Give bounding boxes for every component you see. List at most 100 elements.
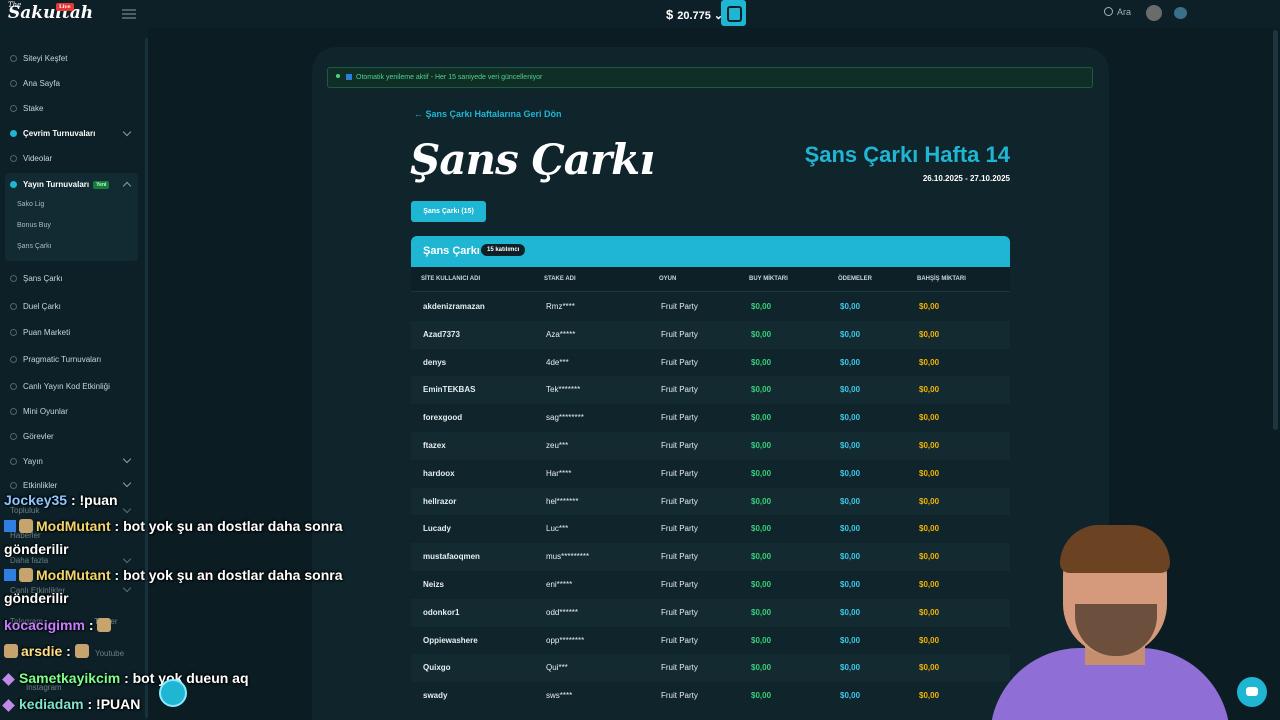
cell-buy: $0,00	[751, 607, 772, 617]
cell-buy: $0,00	[751, 635, 772, 645]
sidebar-item-label: Şans Çarkı	[23, 274, 63, 283]
cell-site-user: Oppiewashere	[423, 635, 478, 645]
cell-game: Fruit Party	[661, 302, 698, 311]
cell-site-user: hardoox	[423, 468, 455, 478]
sidebar-item-duel[interactable]: Duel Çarkı	[10, 302, 61, 311]
emote-icon	[74, 644, 89, 658]
sidebar-item-videos[interactable]: Videolar	[10, 154, 52, 163]
sidebar-subitem-bonus-buy[interactable]: Bonus Buy	[17, 222, 51, 229]
cell-payments: $0,00	[840, 357, 861, 367]
trophy-icon	[10, 130, 17, 137]
sidebar-item-sans-carki[interactable]: Şans Çarkı	[10, 274, 63, 283]
cell-stake-name: Qui***	[546, 663, 568, 673]
chat-username: kediadam	[19, 696, 84, 712]
sidebar-item-pragmatic[interactable]: Pragmatic Turnuvaları	[10, 355, 101, 364]
chat-message: Jockey35 : !puan	[4, 492, 118, 508]
sidebar-subitem-sans-carki[interactable]: Şans Çarkı	[17, 243, 52, 250]
chevron-down-icon[interactable]	[122, 478, 132, 488]
cell-tip: $0,00	[919, 413, 940, 423]
sidebar-item-mini[interactable]: Mini Oyunlar	[10, 407, 68, 416]
sidebar-item-etkinlikler[interactable]: Etkinlikler	[10, 481, 57, 490]
sidebar-item-gorevler[interactable]: Görevler	[10, 432, 54, 441]
back-link[interactable]: ← Şans Çarkı Haftalarına Geri Dön	[414, 109, 562, 119]
cell-stake-name: mus*********	[546, 552, 590, 562]
cell-game: Fruit Party	[661, 663, 698, 673]
pragmatic-icon	[10, 356, 17, 363]
user-avatar[interactable]	[1146, 5, 1162, 21]
sidebar-item-home[interactable]: Ana Sayfa	[10, 79, 60, 88]
sidebar-item-daha-fazla[interactable]: Daha fazla	[10, 556, 48, 565]
refresh-icon	[346, 74, 352, 80]
sidebar-item-cevrim[interactable]: Çevrim Turnuvaları	[10, 129, 95, 138]
cell-game: Fruit Party	[661, 496, 698, 506]
cell-buy: $0,00	[751, 579, 772, 589]
cell-stake-name: zeu***	[546, 440, 569, 450]
notice-text: Otomatik yenileme aktif - Her 15 saniyed…	[356, 74, 543, 81]
wallet-icon[interactable]	[721, 0, 746, 26]
floating-wheel-icon[interactable]	[159, 679, 187, 707]
cell-site-user: swady	[423, 691, 448, 701]
sidebar-scrollbar[interactable]	[145, 38, 148, 718]
cell-payments: $0,00	[840, 329, 861, 339]
support-chat-icon[interactable]	[1237, 677, 1267, 707]
table-row: Lucady Luc*** Fruit Party $0,00 $0,00 $0,00	[411, 515, 1010, 543]
chat-username: Jockey35	[4, 492, 68, 508]
table-row: hardoox Har**** Fruit Party $0,00 $0,00 $0,00	[411, 460, 1010, 488]
col-header-payments: ÖDEMELER	[838, 276, 873, 282]
site-logo[interactable]: The Sakultah Live	[8, 1, 93, 23]
social-youtube[interactable]: Youtube	[95, 649, 124, 658]
sidebar-item-market[interactable]: Puan Marketi	[10, 328, 70, 337]
col-header-stake-name: STAKE ADI	[544, 276, 576, 282]
chat-text: : bot yok dueun aq	[120, 670, 249, 686]
tab-sans-carki[interactable]: Şans Çarkı (15)	[411, 201, 486, 222]
table-row: denys 4de*** Fruit Party $0,00 $0,00 $0,00	[411, 349, 1010, 377]
cell-site-user: odonkor1	[423, 607, 460, 617]
cell-payments: $0,00	[840, 524, 861, 534]
menu-toggle-icon[interactable]	[122, 9, 136, 19]
cell-tip: $0,00	[919, 468, 940, 478]
table-title: Şans Çarkı	[423, 245, 480, 257]
cell-game: Fruit Party	[661, 440, 698, 450]
cell-game: Fruit Party	[661, 607, 698, 617]
cell-tip: $0,00	[919, 579, 940, 589]
cell-game: Fruit Party	[661, 468, 698, 478]
cell-tip: $0,00	[919, 607, 940, 617]
chat-username: ModMutant	[36, 518, 111, 534]
cell-game: Fruit Party	[661, 385, 698, 395]
sidebar-item-label: Siteyi Keşfet	[23, 54, 68, 63]
chevron-down-icon[interactable]	[122, 454, 132, 464]
sidebar-item-yayin-turnuva[interactable]: Yayın Turnuvaları Yeni	[10, 180, 110, 189]
cell-tip: $0,00	[919, 691, 940, 701]
sidebar-item-label: Çevrim Turnuvaları	[23, 129, 96, 138]
cell-tip: $0,00	[919, 635, 940, 645]
sidebar-item-yayin[interactable]: Yayın	[10, 457, 43, 466]
chevron-down-icon[interactable]	[122, 554, 132, 564]
balance-selector[interactable]: $20.775 ⌄	[666, 7, 723, 22]
sidebar-item-stake[interactable]: Stake	[10, 104, 43, 113]
sidebar-subitem-sako-lig[interactable]: Sako Lig	[17, 201, 44, 208]
cell-tip: $0,00	[919, 302, 940, 311]
search-button[interactable]: Ara	[1104, 7, 1131, 17]
page-scrollbar[interactable]	[1273, 30, 1278, 430]
cell-stake-name: 4de***	[546, 357, 569, 367]
col-header-buy: BUY MİKTARI	[749, 276, 788, 282]
cell-game: Fruit Party	[661, 357, 698, 367]
chevron-down-icon[interactable]	[122, 127, 132, 137]
sidebar-item-kesfet[interactable]: Siteyi Keşfet	[10, 54, 67, 63]
cell-site-user: mustafaoqmen	[423, 552, 480, 562]
chevron-down-icon[interactable]	[122, 583, 132, 593]
cell-payments: $0,00	[840, 440, 861, 450]
cell-buy: $0,00	[751, 468, 772, 478]
cell-payments: $0,00	[840, 691, 861, 701]
chevron-down-icon[interactable]	[122, 504, 132, 514]
cell-site-user: Lucady	[423, 524, 452, 534]
chat-icon[interactable]	[1174, 7, 1187, 19]
sidebar-item-label: Yayın Turnuvaları	[23, 180, 90, 189]
table-row: EminTEKBAS Tek******* Fruit Party $0,00 $0,0…	[411, 376, 1010, 405]
chat-message: arsdie :	[4, 643, 92, 659]
cell-buy: $0,00	[751, 663, 772, 673]
search-icon	[1104, 7, 1113, 16]
sidebar-item-kod[interactable]: Canlı Yayın Kod Etkinliği	[10, 382, 110, 391]
cell-game: Fruit Party	[661, 552, 698, 562]
sidebar-item-label: Canlı Yayın Kod Etkinliği	[23, 382, 110, 391]
